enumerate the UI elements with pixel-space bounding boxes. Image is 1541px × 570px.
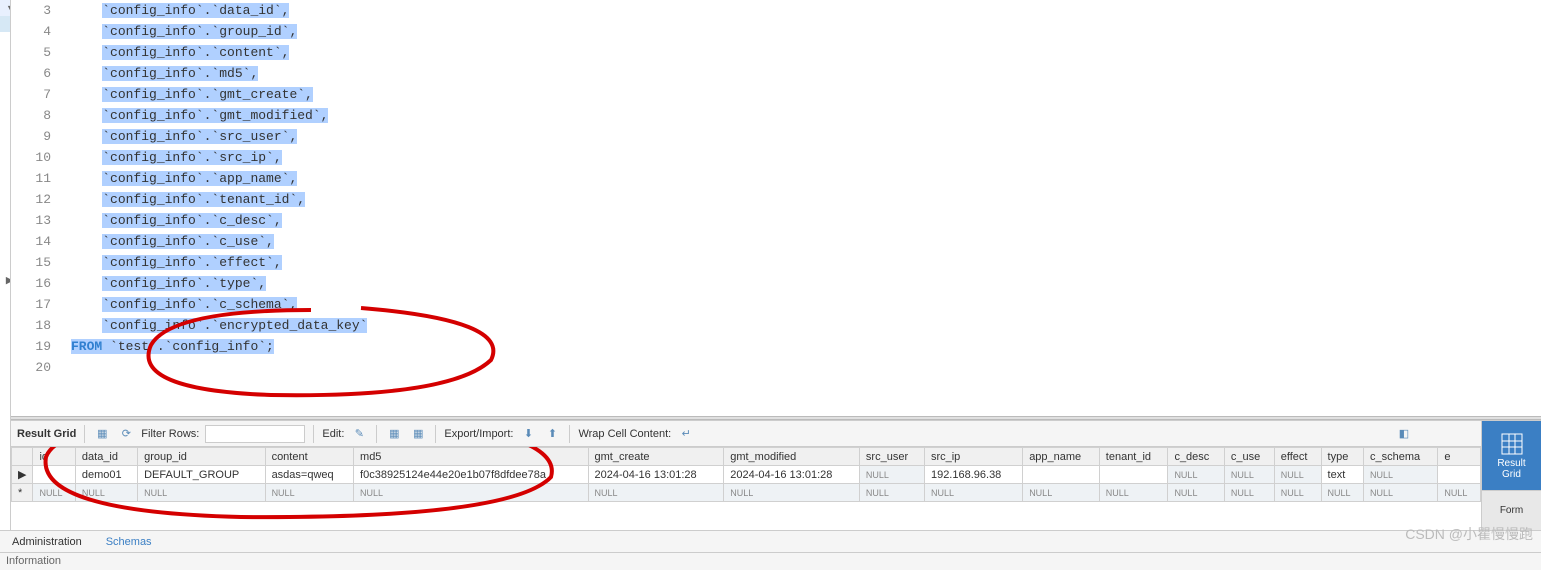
col-tenant_id[interactable]: tenant_id [1099,448,1168,466]
result-grid-data[interactable]: iddata_idgroup_idcontentmd5gmt_creategmt… [11,447,1481,530]
col-data_id[interactable]: data_id [75,448,137,466]
line-numbers: 3456 78910 11121314 15161718 1920 [11,0,71,416]
tool-icon-2[interactable]: ▦ [409,425,427,443]
grid-icon [1500,432,1524,456]
table-roles[interactable]: ▶▦roles [0,160,11,176]
cell-content[interactable]: asdas=qweq [265,466,353,484]
edit-icon[interactable]: ✎ [350,425,368,443]
cell-c_schema[interactable]: NULL [1363,466,1437,484]
tab-administration[interactable]: Administration [0,533,94,551]
export-import-label: Export/Import: [444,428,513,440]
functions-folder[interactable]: 🛢Functions [0,256,11,272]
col-gmt_modified[interactable]: gmt_modified [724,448,860,466]
table-config-info-tag[interactable]: ▶▦config_info_tag [0,80,11,96]
cell-src_ip[interactable]: 192.168.96.38 [924,466,1022,484]
col-content[interactable]: content [265,448,353,466]
cell-type[interactable]: text [1321,466,1363,484]
views-folder[interactable]: 🛢Views [0,224,11,240]
export-icon[interactable]: ⬇ [519,425,537,443]
cell-effect[interactable]: NULL [1274,466,1321,484]
table-config-info-beta[interactable]: ▶▦config_info_beta [0,64,11,80]
row-handle[interactable]: ▶ [12,466,33,484]
sql-editor[interactable]: 3456 78910 11121314 15161718 1920 `confi… [11,0,1541,416]
db-xdj[interactable]: ▶🛢xdj [0,272,10,288]
result-side-tabs: Result Grid Form [1481,421,1541,530]
stored-procs-folder[interactable]: 🛢Stored Procedures [0,240,11,256]
col-group_id[interactable]: group_id [138,448,265,466]
table-null-row: *NULLNULLNULLNULLNULLNULLNULLNULLNULLNUL… [12,484,1481,502]
grid-view-icon[interactable]: ▦ [93,425,111,443]
side-tab-result-grid[interactable]: Result Grid [1482,421,1541,491]
cell-e[interactable] [1438,466,1481,484]
bottom-tabs: Administration Schemas [0,530,1541,552]
cell-md5[interactable]: f0c38925124e44e20e1b07f8dfdee78a [354,466,588,484]
import-icon[interactable]: ⬆ [543,425,561,443]
cell-gmt_modified[interactable]: 2024-04-16 13:01:28 [724,466,860,484]
col-c_use[interactable]: c_use [1224,448,1274,466]
cell-group_id[interactable]: DEFAULT_GROUP [138,466,265,484]
edit-label: Edit: [322,428,344,440]
side-tab-form[interactable]: Form [1482,491,1541,531]
table-config-info-aggr[interactable]: ▶▦config_info_aggr [0,48,11,64]
tables-folder[interactable]: ▼🛢Tables [0,16,11,32]
cell-data_id[interactable]: demo01 [75,466,137,484]
status-bar: Information [0,552,1541,570]
filter-rows-input[interactable] [205,425,305,443]
result-table: iddata_idgroup_idcontentmd5gmt_creategmt… [11,447,1481,502]
col-e[interactable]: e [1438,448,1481,466]
wrap-label: Wrap Cell Content: [578,428,671,440]
table-his-config-info[interactable]: ▶▦his_config_info [0,128,11,144]
tab-schemas[interactable]: Schemas [94,533,164,551]
filter-rows-label: Filter Rows: [141,428,199,440]
col-id[interactable]: id [33,448,75,466]
table-config-info[interactable]: ▶▦config_info [0,32,11,48]
cell-tenant_id[interactable] [1099,466,1168,484]
schema-tree[interactable]: ▼🛢test ▼🛢Tables ▶▦config_info ▶▦config_i… [0,0,11,530]
col-effect[interactable]: effect [1274,448,1321,466]
table-row: ▶ demo01DEFAULT_GROUPasdas=qweqf0c3892512… [12,466,1481,484]
table-permissions[interactable]: ▶▦permissions [0,144,11,160]
col-c_desc[interactable]: c_desc [1168,448,1224,466]
cell-app_name[interactable] [1023,466,1100,484]
table-tenant-info[interactable]: ▶▦tenant_info [0,192,11,208]
cell-gmt_create[interactable]: 2024-04-16 13:01:28 [588,466,724,484]
cell-c_desc[interactable]: NULL [1168,466,1224,484]
cell-c_use[interactable]: NULL [1224,466,1274,484]
col-type[interactable]: type [1321,448,1363,466]
table-tenant-capacity[interactable]: ▶▦tenant_capacity [0,176,11,192]
table-users[interactable]: ▶▦users [0,208,11,224]
col-gmt_create[interactable]: gmt_create [588,448,724,466]
tool-icon-1[interactable]: ▦ [385,425,403,443]
new-row-handle[interactable]: * [12,484,33,502]
refresh-icon[interactable]: ⟳ [117,425,135,443]
col-src_user[interactable]: src_user [859,448,924,466]
cell-src_user[interactable]: NULL [859,466,924,484]
db-test[interactable]: ▼🛢test [0,0,10,16]
cell-id[interactable] [33,466,75,484]
col-src_ip[interactable]: src_ip [924,448,1022,466]
wrap-icon[interactable]: ↵ [677,425,695,443]
panel-toggle-icon[interactable]: ◧ [1395,424,1413,442]
col-c_schema[interactable]: c_schema [1363,448,1437,466]
table-group-capacity[interactable]: ▶▦group_capacity [0,112,11,128]
result-toolbar: Result Grid ▦ ⟳ Filter Rows: Edit: ✎ ▦ ▦… [11,421,1481,447]
col-app_name[interactable]: app_name [1023,448,1100,466]
table-config-tags-relation[interactable]: ▶▦config_tags_relation [0,96,11,112]
result-grid-label: Result Grid [17,428,76,440]
col-md5[interactable]: md5 [354,448,588,466]
